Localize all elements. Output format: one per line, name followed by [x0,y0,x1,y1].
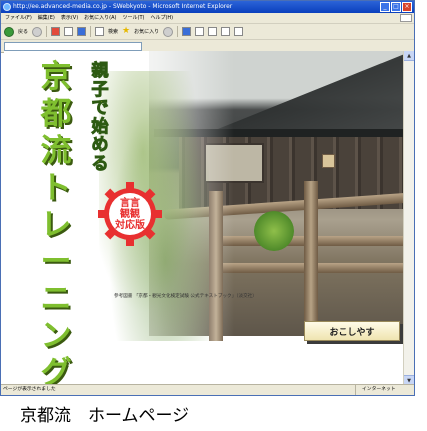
bush [254,211,294,251]
forward-icon[interactable] [32,26,43,37]
site-title: 京都流トレーニング [40,59,72,384]
site-subtitle: 親子で始める [91,61,109,174]
image-caption: 京都流 ホームページ [20,406,190,426]
scrollbar[interactable]: ▲ ▼ [403,51,414,385]
back-label[interactable]: 戻る [18,28,28,35]
favorites-label[interactable]: お気に入り [134,28,159,35]
back-icon[interactable] [4,26,14,37]
browser-window: http://ee.advanced-media.co.jp - SWebkyo… [0,0,415,396]
window-title: http://ee.advanced-media.co.jp - SWebkyo… [13,3,233,10]
menu-favorites[interactable]: お気に入り(A) [84,13,116,23]
history-icon[interactable] [163,26,174,37]
search-label[interactable]: 検索 [108,28,118,35]
menu-view[interactable]: 表示(V) [61,13,78,23]
stop-icon[interactable] [51,27,61,36]
menu-file[interactable]: ファイル(F) [5,13,32,23]
maximize-button[interactable]: □ [391,2,401,12]
menu-tools[interactable]: ツール(T) [123,13,145,23]
reference-text: 参考図書 「京都・観光文化検定試験 公式テキストブック」（淡交社） [114,294,257,299]
badge-text: 言言 観観 対応版 [109,193,151,235]
window-controls: _ □ × [380,2,412,12]
toolbar-separator [46,26,48,37]
close-button[interactable]: × [402,2,412,12]
status-zone: インターネット [355,385,414,395]
wooden-sign [322,154,335,168]
address-input[interactable] [4,41,142,51]
print-icon[interactable] [195,27,205,36]
menu-edit[interactable]: 編集(E) [38,13,55,23]
railing-post [304,181,318,341]
home-icon[interactable] [77,27,87,36]
enter-button[interactable]: おこしやす [304,321,400,341]
messenger-icon[interactable] [234,27,244,36]
status-text: ページが表示されました [3,387,56,392]
version-badge: 言言 観観 対応版 [97,181,163,247]
toolbar-separator [90,26,92,37]
menu-bar: ファイル(F) 編集(E) 表示(V) お気に入り(A) ツール(T) ヘルプ(… [1,13,414,24]
windows-logo-icon [400,14,412,22]
badge-line: 対応版 [115,219,145,231]
edit-icon[interactable] [208,27,218,36]
page-content: 京都流トレーニング 親子で始める 言言 観観 対応版 参考図書 「京都・観光文化… [4,51,412,384]
menu-help[interactable]: ヘルプ(H) [150,13,173,23]
folder-icon[interactable] [221,27,231,36]
mail-icon[interactable] [182,27,192,36]
toolbar: 戻る 検索 ★ お気に入り [1,24,414,40]
scroll-up-icon[interactable]: ▲ [404,51,414,61]
search-icon[interactable] [95,27,105,36]
badge-line: 言言 [120,197,140,209]
ie-logo-icon [3,3,11,11]
refresh-icon[interactable] [64,27,74,36]
title-bar: http://ee.advanced-media.co.jp - SWebkyo… [1,1,414,13]
toolbar-separator [177,26,179,37]
status-bar: ページが表示されました インターネット [1,384,414,395]
favorites-star-icon[interactable]: ★ [122,27,130,36]
badge-line: 観観 [120,208,140,220]
minimize-button[interactable]: _ [380,2,390,12]
